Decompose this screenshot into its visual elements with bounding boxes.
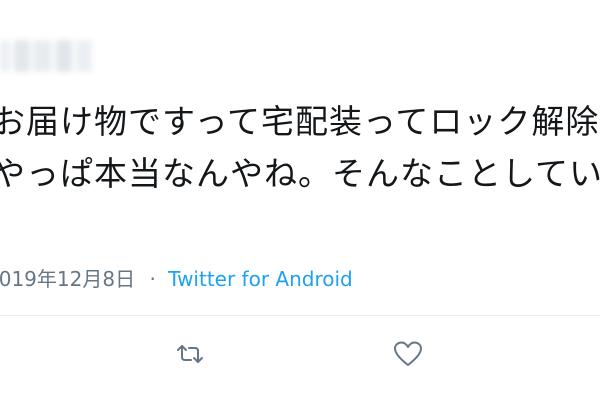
tweet-meta: 2019年12月8日 · Twitter for Android (0, 263, 353, 292)
tweet-card: お届け物ですって宅配装ってロック解除 やっぱ本当なんやね。そんなことしてい 20… (0, 0, 600, 400)
like-button[interactable] (390, 336, 426, 372)
tweet-text-line-2: やっぱ本当なんやね。そんなことしてい (0, 154, 600, 193)
tweet-client-link[interactable]: Twitter for Android (168, 267, 353, 291)
heart-icon (394, 341, 422, 366)
tweet-body: お届け物ですって宅配装ってロック解除 やっぱ本当なんやね。そんなことしてい (0, 96, 600, 200)
action-divider (0, 315, 600, 316)
tweet-text-line-1: お届け物ですって宅配装ってロック解除 (0, 102, 600, 141)
tweet-date: 2019年12月8日 (0, 267, 136, 291)
meta-separator: · (149, 267, 156, 291)
blurred-user-handle (0, 40, 92, 72)
retweet-icon (177, 345, 203, 363)
retweet-button[interactable] (172, 336, 208, 372)
